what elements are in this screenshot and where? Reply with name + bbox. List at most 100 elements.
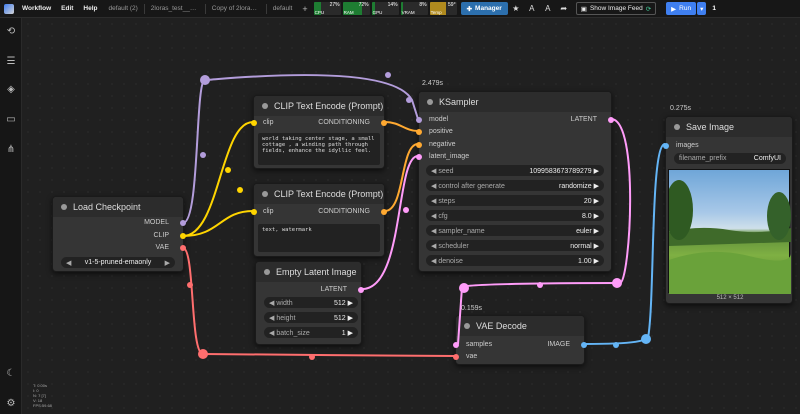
node-title-bar[interactable]: CLIP Text Encode (Prompt) bbox=[254, 184, 384, 204]
node-title-bar[interactable]: Empty Latent Image bbox=[256, 262, 361, 282]
output-image-label: IMAGE bbox=[547, 341, 570, 348]
manager-button[interactable]: ✚ Manager bbox=[460, 2, 508, 15]
star-icon[interactable]: ★ bbox=[508, 4, 524, 13]
positive-prompt-textarea[interactable]: world taking center stage, a small cotta… bbox=[258, 133, 380, 165]
output-conditioning-slot[interactable] bbox=[381, 120, 387, 126]
ksampler-widget-denoise[interactable]: ◀ denoise 1.00 ▶ bbox=[426, 255, 604, 266]
widget-value: randomize ▶ bbox=[558, 182, 599, 190]
monitor-vram: VRAM 8% bbox=[400, 2, 428, 15]
menu-workflow[interactable]: Workflow bbox=[17, 5, 56, 12]
settings-gear-icon[interactable]: ⚙ bbox=[5, 398, 17, 410]
history-icon[interactable]: ⟲ bbox=[5, 26, 17, 38]
node-title-bar[interactable]: CLIP Text Encode (Prompt) bbox=[254, 96, 384, 116]
tab-default-2[interactable]: default (2) bbox=[103, 5, 144, 12]
empty-latent-title: Empty Latent Image bbox=[276, 267, 357, 277]
node-title-bar[interactable]: KSampler bbox=[419, 92, 611, 112]
generated-image-preview[interactable] bbox=[668, 169, 791, 294]
combo-right-arrow-icon[interactable]: ▶ bbox=[165, 259, 170, 267]
clip-text-encode-negative-node[interactable]: CLIP Text Encode (Prompt) clip CONDITION… bbox=[251, 183, 387, 257]
input-samples-label: samples bbox=[466, 341, 493, 348]
collapse-dot-icon[interactable] bbox=[262, 191, 268, 197]
menu-edit[interactable]: Edit bbox=[56, 5, 78, 12]
menu-help[interactable]: Help bbox=[78, 5, 102, 12]
input-images-label: images bbox=[676, 142, 699, 149]
monitor-temp: Temp 59° bbox=[429, 2, 457, 15]
input-clip-label: clip bbox=[263, 208, 274, 215]
ksampler-widget-cfg[interactable]: ◀ cfg 8.0 ▶ bbox=[426, 210, 604, 221]
widget-label: ◀ sampler_name bbox=[431, 227, 485, 235]
new-tab-plus-icon[interactable]: + bbox=[298, 4, 311, 14]
node-title-bar[interactable]: Load Checkpoint bbox=[53, 197, 183, 217]
batch-size-number-widget[interactable]: ◀ batch_size 1 ▶ bbox=[264, 327, 358, 338]
input-images-slot[interactable] bbox=[663, 143, 669, 149]
widget-label: ◀ control after generate bbox=[431, 182, 505, 190]
tab-copy-2loras[interactable]: Copy of 2loras_test_... bbox=[206, 5, 266, 12]
workflows-folder-icon[interactable]: ▭ bbox=[5, 114, 17, 126]
empty-latent-image-node[interactable]: Empty Latent Image LATENT ◀ width 512 ▶ ◀… bbox=[255, 261, 364, 345]
output-conditioning-slot[interactable] bbox=[381, 209, 387, 215]
collapse-dot-icon[interactable] bbox=[262, 103, 268, 109]
model-library-cube-icon[interactable]: ◈ bbox=[5, 84, 17, 96]
sidebar: ⟲ ☰ ◈ ▭ ⋔ ☾ ⚙ bbox=[0, 18, 22, 414]
collapse-dot-icon[interactable] bbox=[427, 99, 433, 105]
clip-text-encode-positive-node[interactable]: CLIP Text Encode (Prompt) clip CONDITION… bbox=[251, 95, 387, 169]
filename-prefix-label: filename_prefix bbox=[679, 155, 727, 162]
node-title-bar[interactable]: VAE Decode bbox=[456, 316, 584, 336]
ksampler-node[interactable]: KSampler model positive negative latent_… bbox=[416, 91, 614, 272]
vae-decode-exec-time: 0.159s bbox=[461, 305, 483, 312]
output-image-slot[interactable] bbox=[581, 342, 587, 348]
clip2-title: CLIP Text Encode (Prompt) bbox=[274, 189, 384, 199]
widget-label: ◀ steps bbox=[431, 197, 456, 205]
run-button[interactable]: ▶ Run bbox=[666, 2, 697, 15]
text-a-icon[interactable]: A bbox=[540, 4, 556, 13]
tab-2loras-test[interactable]: 2loras_test__0104... bbox=[145, 5, 205, 12]
collapse-dot-icon[interactable] bbox=[61, 204, 67, 210]
input-latent-slot[interactable] bbox=[416, 154, 422, 160]
width-number-widget[interactable]: ◀ width 512 ▶ bbox=[264, 297, 358, 308]
ckpt-name-combo[interactable]: ◀ v1-5-pruned-emaonly ▶ bbox=[61, 257, 175, 268]
node-title-bar[interactable]: Save Image bbox=[666, 117, 792, 137]
input-positive-slot[interactable] bbox=[416, 129, 422, 135]
input-model-slot[interactable] bbox=[416, 117, 422, 123]
collapse-dot-icon[interactable] bbox=[674, 124, 680, 130]
save-image-node[interactable]: Save Image images filename_prefix ComfyUI… bbox=[663, 116, 793, 304]
filename-prefix-text-widget[interactable]: filename_prefix ComfyUI bbox=[674, 153, 786, 164]
output-clip-slot[interactable] bbox=[180, 233, 186, 239]
puzzle-icon: ✚ bbox=[466, 5, 473, 13]
show-image-feed-button[interactable]: ▣ Show Image Feed ⟳ bbox=[575, 2, 657, 15]
clip1-title: CLIP Text Encode (Prompt) bbox=[274, 101, 384, 111]
translate-icon[interactable]: A bbox=[524, 4, 540, 13]
output-latent-slot[interactable] bbox=[358, 287, 364, 293]
input-samples-slot[interactable] bbox=[453, 342, 459, 348]
monitor-label: CPU bbox=[314, 10, 325, 15]
vae-decode-node[interactable]: VAE Decode samples vae IMAGE bbox=[453, 315, 587, 365]
run-options-chevron-down-icon[interactable]: ▾ bbox=[697, 2, 707, 15]
ksampler-widget-seed[interactable]: ◀ seed 1099583673789279 ▶ bbox=[426, 165, 604, 176]
queue-list-icon[interactable]: ☰ bbox=[5, 56, 17, 68]
share-arrow-icon[interactable]: ➦ bbox=[556, 4, 572, 13]
negative-prompt-textarea[interactable]: text, watermark bbox=[258, 224, 380, 252]
input-clip-slot[interactable] bbox=[251, 120, 257, 126]
theme-moon-icon[interactable]: ☾ bbox=[5, 368, 17, 380]
output-model-slot[interactable] bbox=[180, 220, 186, 226]
ksampler-widget-sampler-name[interactable]: ◀ sampler_name euler ▶ bbox=[426, 225, 604, 236]
tab-default[interactable]: default bbox=[267, 5, 299, 12]
widget-value: 1099583673789279 ▶ bbox=[529, 167, 599, 175]
ksampler-widget-control-after-generate[interactable]: ◀ control after generate randomize ▶ bbox=[426, 180, 604, 191]
height-number-widget[interactable]: ◀ height 512 ▶ bbox=[264, 312, 358, 323]
combo-left-arrow-icon[interactable]: ◀ bbox=[66, 259, 71, 267]
node-library-tree-icon[interactable]: ⋔ bbox=[5, 144, 17, 156]
input-negative-slot[interactable] bbox=[416, 142, 422, 148]
ksampler-widget-steps[interactable]: ◀ steps 20 ▶ bbox=[426, 195, 604, 206]
collapse-dot-icon[interactable] bbox=[264, 269, 270, 275]
save-image-title: Save Image bbox=[686, 122, 735, 132]
output-vae-slot[interactable] bbox=[180, 245, 186, 251]
output-latent-slot[interactable] bbox=[608, 117, 614, 123]
collapse-dot-icon[interactable] bbox=[464, 323, 470, 329]
output-clip-label: CLIP bbox=[153, 232, 169, 239]
input-clip-slot[interactable] bbox=[251, 209, 257, 215]
ksampler-widget-scheduler[interactable]: ◀ scheduler normal ▶ bbox=[426, 240, 604, 251]
input-vae-slot[interactable] bbox=[453, 354, 459, 360]
load-checkpoint-node[interactable]: Load Checkpoint MODEL CLIP VAE ◀ v1-5-pru… bbox=[52, 196, 186, 272]
play-icon: ▶ bbox=[671, 5, 677, 13]
